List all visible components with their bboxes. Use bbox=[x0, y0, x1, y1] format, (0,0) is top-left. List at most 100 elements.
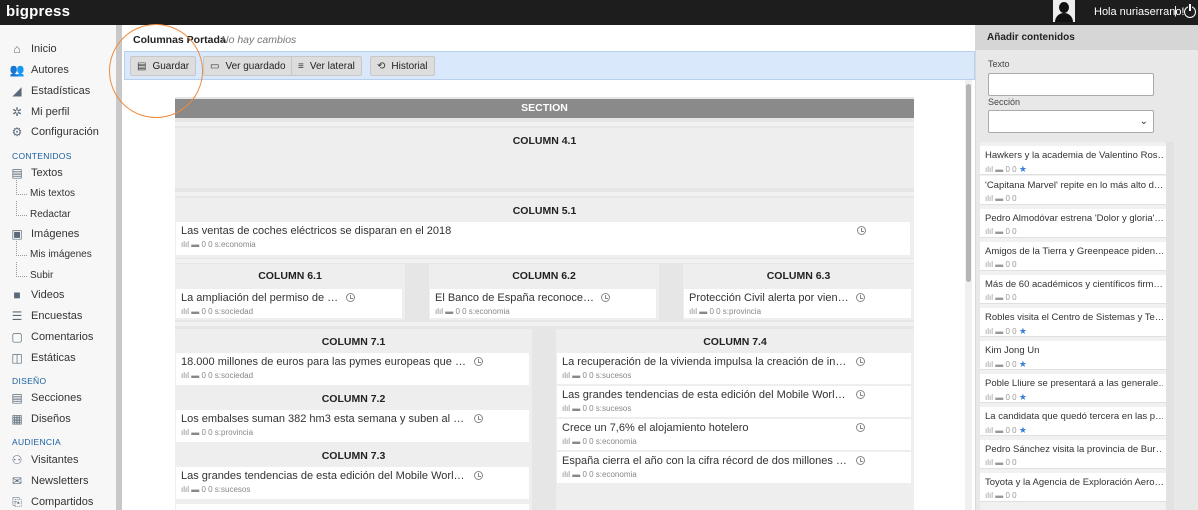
list-item[interactable]: Poble Lliure se presentará a las general… bbox=[980, 374, 1166, 403]
layout-icon: ▦ bbox=[11, 412, 23, 426]
sidebar-item-estaticas[interactable]: ◫ Estáticas bbox=[10, 349, 75, 367]
column-title[interactable]: COLUMN 7.1 bbox=[175, 336, 532, 348]
clock-icon[interactable] bbox=[856, 423, 865, 432]
column-6-3[interactable]: COLUMN 6.3 Protección Civil alerta por v… bbox=[683, 264, 914, 320]
sidebar-item-subir[interactable]: Subir bbox=[15, 262, 53, 281]
panel-scrollbar[interactable] bbox=[1166, 142, 1174, 510]
sidebar-item-visitantes[interactable]: ⚇ Visitantes bbox=[10, 451, 79, 469]
sidebar-item-newsletters[interactable]: ✉ Newsletters bbox=[10, 472, 89, 490]
column-6-1[interactable]: COLUMN 6.1 La ampliación del permiso de … bbox=[175, 264, 405, 320]
view-saved-button[interactable]: ▭ Ver guardado bbox=[203, 56, 293, 76]
sidebar-item-configuracion[interactable]: ⚙ Configuración bbox=[10, 123, 99, 141]
list-item[interactable]: La candidata que quedó tercera en las p…… bbox=[980, 407, 1166, 436]
top-bar: bigpress Hola nuriaserrano! | bbox=[0, 0, 1198, 25]
text-search-input[interactable] bbox=[988, 73, 1154, 96]
column-title: COLUMN 6.1 bbox=[258, 270, 322, 282]
sidebar-item-comentarios[interactable]: ▢ Comentarios bbox=[10, 328, 93, 346]
article-card[interactable]: Las grandes tendencias de esta edición d… bbox=[557, 386, 911, 417]
clock-icon[interactable] bbox=[856, 390, 865, 399]
view-sidebar-button[interactable]: ≡ Ver lateral bbox=[291, 56, 362, 76]
column-6-2[interactable]: COLUMN 6.2 El Banco de España reconoce… … bbox=[429, 264, 659, 320]
layout-canvas: SECTION COLUMN 4.1 COLUMN 5.1 Las ventas… bbox=[175, 97, 914, 510]
article-card[interactable]: 18.000 millones de euros para las pymes … bbox=[176, 353, 529, 385]
sidebar-item-inicio[interactable]: ⌂ Inicio bbox=[10, 40, 56, 58]
article-card[interactable] bbox=[176, 504, 529, 510]
article-card[interactable]: El Banco de España reconoce… ılıl ▬ 0 0 … bbox=[430, 289, 656, 318]
column-5-1[interactable]: COLUMN 5.1 Las ventas de coches eléctric… bbox=[175, 198, 914, 258]
monitor-icon: ▭ bbox=[210, 60, 220, 72]
sidebar-scrollbar[interactable] bbox=[116, 25, 122, 510]
sidebar-item-estadisticas[interactable]: ◢ Estadísticas bbox=[10, 82, 90, 100]
article-card[interactable]: Los embalses suman 382 hm3 esta semana y… bbox=[176, 410, 529, 442]
sidebar-item-perfil[interactable]: ✲ Mi perfil bbox=[10, 103, 70, 121]
power-icon[interactable] bbox=[1184, 4, 1196, 18]
list-item[interactable]: Robles visita el Centro de Sistemas y Te… bbox=[980, 308, 1166, 337]
sidebar-item-redactar[interactable]: Redactar bbox=[16, 201, 71, 220]
star-icon: ★ bbox=[1018, 164, 1027, 174]
canvas-scrollbar[interactable] bbox=[965, 80, 972, 510]
user-greeting[interactable]: Hola nuriaserrano! bbox=[1094, 6, 1185, 18]
list-item[interactable]: Pedro Sánchez visita la provincia de Bur… bbox=[980, 440, 1166, 469]
article-card[interactable]: Protección Civil alerta por vien… ılıl ▬… bbox=[684, 289, 911, 318]
save-status: No hay cambios bbox=[221, 34, 297, 46]
sidebar-item-encuestas[interactable]: ☰ Encuestas bbox=[10, 307, 83, 325]
article-meta: ılıl ▬ 0 0 s:provincia bbox=[689, 307, 762, 316]
clock-icon[interactable] bbox=[856, 293, 865, 302]
star-icon: ★ bbox=[1018, 359, 1027, 369]
chevron-down-icon: ⌄ bbox=[1139, 116, 1148, 127]
article-card[interactable]: Las grandes tendencias de esta edición d… bbox=[176, 467, 529, 499]
brand-logo[interactable]: bigpress bbox=[6, 3, 70, 20]
list-item[interactable]: Toyota y la Agencia de Exploración Aero…… bbox=[980, 473, 1166, 502]
sidebar: ⌂ Inicio 👥 Autores ◢ Estadísticas ✲ Mi perfi… bbox=[0, 25, 116, 510]
clock-icon[interactable] bbox=[474, 414, 483, 423]
section-header[interactable]: SECTION bbox=[175, 99, 914, 118]
home-icon: ⌂ bbox=[13, 42, 21, 56]
list-item[interactable]: Más de 60 académicos y científicos firm…… bbox=[980, 275, 1166, 304]
clock-icon[interactable] bbox=[856, 456, 865, 465]
sidebar-item-disenos[interactable]: ▦ Diseños bbox=[10, 410, 70, 428]
sidebar-item-mis-imagenes[interactable]: Mis imágenes bbox=[16, 241, 92, 260]
divider bbox=[175, 322, 914, 326]
column-title[interactable]: COLUMN 7.2 bbox=[175, 393, 532, 405]
section-select[interactable]: ⌄ bbox=[988, 110, 1154, 133]
sidebar-item-videos[interactable]: ■ Videos bbox=[10, 286, 64, 304]
column-7-4[interactable]: COLUMN 7.4 La recuperación de la viviend… bbox=[556, 329, 914, 510]
list-item[interactable]: 'Capitana Marvel' repite en lo más alto … bbox=[980, 176, 1166, 205]
column-4-1[interactable]: COLUMN 4.1 bbox=[175, 128, 914, 188]
sections-icon: ▤ bbox=[11, 391, 23, 405]
section-audiencia: AUDIENCIA bbox=[12, 437, 61, 447]
clock-icon[interactable] bbox=[346, 293, 355, 302]
profile-icon: ✲ bbox=[11, 105, 23, 119]
sidebar-item-compartidos[interactable]: ⎘ Compartidos bbox=[10, 493, 93, 510]
clock-icon[interactable] bbox=[474, 471, 483, 480]
list-item[interactable]: Hawkers y la academia de Valentino Ros… ı… bbox=[980, 146, 1166, 175]
article-card[interactable]: Las ventas de coches eléctricos se dispa… bbox=[176, 222, 910, 255]
article-card[interactable]: La ampliación del permiso de … ılıl ▬ 0 … bbox=[176, 289, 402, 318]
article-card[interactable]: Crece un 7,6% el alojamiento hotelero ıl… bbox=[557, 419, 911, 450]
chart-icon: ◢ bbox=[12, 84, 22, 98]
add-content-panel: Añadir contenidos Texto Sección ⌄ Hawker… bbox=[975, 25, 1198, 510]
sidebar-item-mis-textos[interactable]: Mis textos bbox=[15, 180, 75, 199]
list-item[interactable]: Amigos de la Tierra y Greenpeace piden… ı… bbox=[980, 242, 1166, 271]
clock-icon[interactable] bbox=[474, 357, 483, 366]
article-title: La recuperación de la vivienda impulsa l… bbox=[562, 356, 847, 368]
divider bbox=[175, 192, 914, 196]
gear-icon: ⚙ bbox=[11, 125, 23, 139]
list-item[interactable]: Kim Jong Un ılıl ▬ 0 0 ★ bbox=[980, 341, 1166, 370]
article-card[interactable]: La recuperación de la vivienda impulsa l… bbox=[557, 353, 911, 384]
user-avatar[interactable] bbox=[1053, 0, 1075, 22]
sidebar-item-secciones[interactable]: ▤ Secciones bbox=[10, 389, 81, 407]
clock-icon[interactable] bbox=[856, 357, 865, 366]
save-button[interactable]: ▤ Guardar bbox=[130, 56, 197, 76]
clock-icon[interactable] bbox=[601, 293, 610, 302]
article-title: Las grandes tendencias de esta edición d… bbox=[562, 389, 846, 401]
divider bbox=[175, 259, 914, 263]
list-item[interactable]: Pedro Almodóvar estrena 'Dolor y gloria'… bbox=[980, 209, 1166, 238]
sidebar-item-autores[interactable]: 👥 Autores bbox=[10, 61, 69, 79]
clock-icon[interactable] bbox=[857, 226, 866, 235]
article-card[interactable]: España cierra el año con la cifra récord… bbox=[557, 452, 911, 483]
history-button[interactable]: ⟲ Historial bbox=[370, 56, 435, 76]
scroll-thumb[interactable] bbox=[966, 84, 971, 282]
column-title[interactable]: COLUMN 7.3 bbox=[175, 450, 532, 462]
section-diseno: DISEÑO bbox=[12, 376, 47, 386]
